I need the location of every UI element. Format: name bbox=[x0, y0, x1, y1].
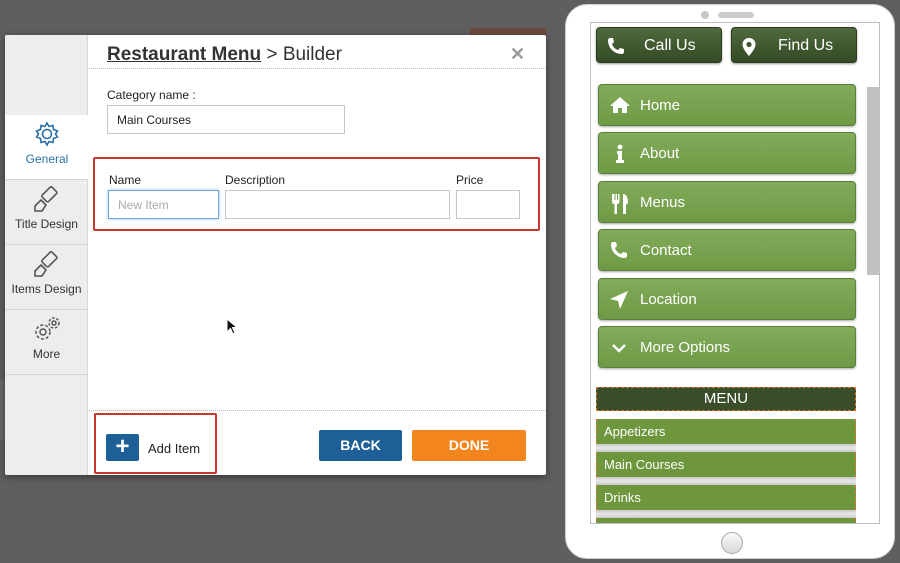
item-description-input[interactable] bbox=[225, 190, 450, 219]
phone-icon bbox=[611, 242, 627, 258]
menu-separator bbox=[596, 510, 856, 518]
dialog-title: Restaurant Menu > Builder bbox=[107, 44, 342, 66]
nav-label: Menus bbox=[640, 194, 686, 211]
paint-brush-icon bbox=[33, 251, 58, 277]
fork-knife-icon bbox=[612, 194, 628, 214]
item-name-input[interactable] bbox=[108, 190, 219, 219]
call-us-button[interactable]: Call Us bbox=[596, 27, 722, 63]
back-button[interactable]: BACK bbox=[319, 430, 402, 461]
menu-builder-dialog: General Title Design Items Design More R… bbox=[5, 35, 546, 475]
phone-preview: Call Us Find Us Home About Menus Contact… bbox=[565, 4, 895, 559]
menu-category-item-partial[interactable] bbox=[596, 518, 856, 523]
sidebar-tab-title-design[interactable]: Title Design bbox=[5, 180, 88, 244]
menu-category-item[interactable]: Main Courses bbox=[596, 452, 856, 477]
close-icon[interactable]: ✕ bbox=[510, 44, 525, 65]
location-arrow-icon bbox=[610, 291, 628, 309]
call-us-label: Call Us bbox=[644, 37, 696, 54]
nav-location-button[interactable]: Location bbox=[598, 278, 856, 320]
menu-section-heading: MENU bbox=[596, 387, 856, 411]
title-link-restaurant-menu[interactable]: Restaurant Menu bbox=[107, 44, 261, 65]
item-description-header: Description bbox=[225, 173, 286, 187]
sidebar-tab-label: Items Design bbox=[11, 282, 82, 296]
home-icon bbox=[610, 97, 630, 113]
nav-about-button[interactable]: About bbox=[598, 132, 856, 174]
nav-label: More Options bbox=[640, 339, 731, 356]
nav-label: Location bbox=[640, 291, 697, 308]
phone-screen: Call Us Find Us Home About Menus Contact… bbox=[590, 22, 880, 524]
nav-contact-button[interactable]: Contact bbox=[598, 229, 856, 271]
nav-more-options-button[interactable]: More Options bbox=[598, 326, 856, 368]
find-us-button[interactable]: Find Us bbox=[731, 27, 857, 63]
nav-label: About bbox=[640, 145, 680, 162]
category-name-input[interactable] bbox=[107, 105, 345, 134]
gears-icon bbox=[34, 317, 60, 340]
menu-category-item[interactable]: Drinks bbox=[596, 485, 856, 510]
menu-category-item[interactable]: Appetizers bbox=[596, 419, 856, 444]
nav-home-button[interactable]: Home bbox=[598, 84, 856, 126]
title-separator: > bbox=[266, 44, 278, 65]
gear-icon bbox=[35, 121, 59, 147]
speaker-icon bbox=[718, 12, 754, 18]
sidebar-tab-more[interactable]: More bbox=[5, 310, 88, 374]
nav-label: Contact bbox=[640, 242, 692, 259]
sidebar-divider bbox=[5, 374, 88, 375]
footer-divider bbox=[89, 410, 546, 411]
add-item-label[interactable]: Add Item bbox=[148, 441, 200, 456]
add-item-button[interactable]: + bbox=[106, 434, 139, 461]
item-price-header: Price bbox=[456, 173, 484, 187]
category-name-label: Category name : bbox=[107, 88, 196, 102]
sidebar-tab-general[interactable]: General bbox=[5, 115, 89, 179]
paint-brush-icon bbox=[33, 186, 58, 212]
mouse-cursor-icon bbox=[226, 318, 238, 335]
title-divider bbox=[89, 68, 546, 69]
sidebar-tab-label: More bbox=[32, 347, 61, 361]
sidebar-tab-label: General bbox=[25, 152, 69, 166]
menu-separator bbox=[596, 477, 856, 485]
phone-icon bbox=[608, 38, 624, 54]
dialog-sidebar: General Title Design Items Design More bbox=[5, 35, 89, 475]
item-name-header: Name bbox=[109, 173, 142, 187]
camera-icon bbox=[701, 11, 709, 19]
title-current-page: Builder bbox=[282, 44, 342, 65]
nav-menus-button[interactable]: Menus bbox=[598, 181, 856, 223]
nav-label: Home bbox=[640, 97, 681, 114]
info-icon bbox=[616, 144, 624, 163]
done-button[interactable]: DONE bbox=[412, 430, 526, 461]
phone-home-button[interactable] bbox=[721, 532, 743, 554]
sidebar-tab-items-design[interactable]: Items Design bbox=[5, 245, 88, 309]
phone-scrollbar[interactable] bbox=[867, 87, 879, 275]
sidebar-tab-label: Title Design bbox=[15, 217, 78, 231]
menu-separator bbox=[596, 444, 856, 452]
item-price-input[interactable] bbox=[456, 190, 520, 219]
chevron-down-icon bbox=[612, 344, 626, 353]
map-pin-icon bbox=[742, 38, 756, 56]
find-us-label: Find Us bbox=[778, 37, 834, 54]
